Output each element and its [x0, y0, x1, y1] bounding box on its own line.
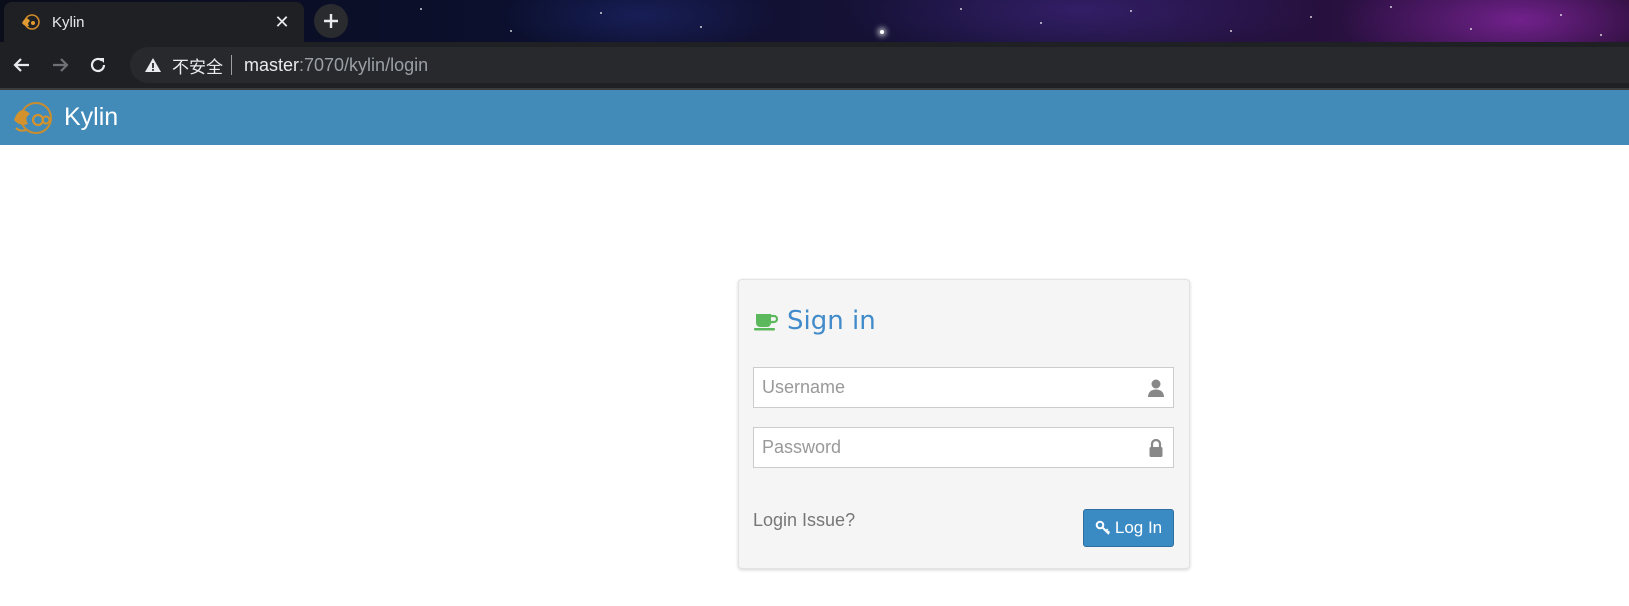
- omnibox-separator: [231, 55, 232, 75]
- url-host[interactable]: master: [244, 55, 299, 76]
- url-path[interactable]: :7070/kylin/login: [299, 55, 428, 76]
- username-field-wrapper: [753, 367, 1174, 408]
- security-label[interactable]: 不安全: [172, 53, 223, 78]
- browser-tab-strip: Kylin ✕: [0, 0, 1629, 42]
- back-button[interactable]: [6, 49, 38, 81]
- warning-icon[interactable]: [144, 56, 162, 74]
- login-panel: Sign in Login Issue? Log In: [738, 279, 1190, 569]
- reload-icon: [90, 57, 106, 73]
- reload-button[interactable]: [82, 49, 114, 81]
- login-issue-link[interactable]: Login Issue?: [753, 510, 855, 531]
- browser-tab[interactable]: Kylin ✕: [4, 2, 304, 42]
- app-title[interactable]: Kylin: [64, 103, 118, 132]
- plus-icon: [324, 14, 338, 28]
- log-in-button[interactable]: Log In: [1083, 509, 1174, 547]
- kylin-logo-icon[interactable]: [10, 98, 54, 138]
- arrow-left-icon: [13, 58, 29, 72]
- forward-button[interactable]: [44, 49, 76, 81]
- new-tab-button[interactable]: [314, 4, 348, 38]
- address-bar[interactable]: 不安全 master :7070/kylin/login: [130, 47, 1629, 83]
- tab-close-icon[interactable]: ✕: [270, 10, 294, 34]
- login-title: Sign in: [787, 306, 876, 336]
- kylin-favicon-icon: [22, 14, 40, 30]
- password-field-wrapper: [753, 427, 1174, 468]
- lock-icon: [1149, 438, 1163, 457]
- key-icon: [1095, 520, 1110, 535]
- app-header: Kylin: [0, 90, 1629, 145]
- log-in-label: Log In: [1114, 518, 1163, 537]
- password-input[interactable]: [754, 428, 1142, 467]
- browser-toolbar: 不安全 master :7070/kylin/login: [0, 42, 1629, 88]
- tab-title: Kylin: [52, 13, 85, 31]
- arrow-right-icon: [53, 58, 69, 72]
- coffee-cup-icon: [754, 314, 779, 331]
- login-heading: Sign in: [753, 306, 876, 336]
- user-icon: [1148, 379, 1164, 397]
- username-input[interactable]: [754, 368, 1142, 407]
